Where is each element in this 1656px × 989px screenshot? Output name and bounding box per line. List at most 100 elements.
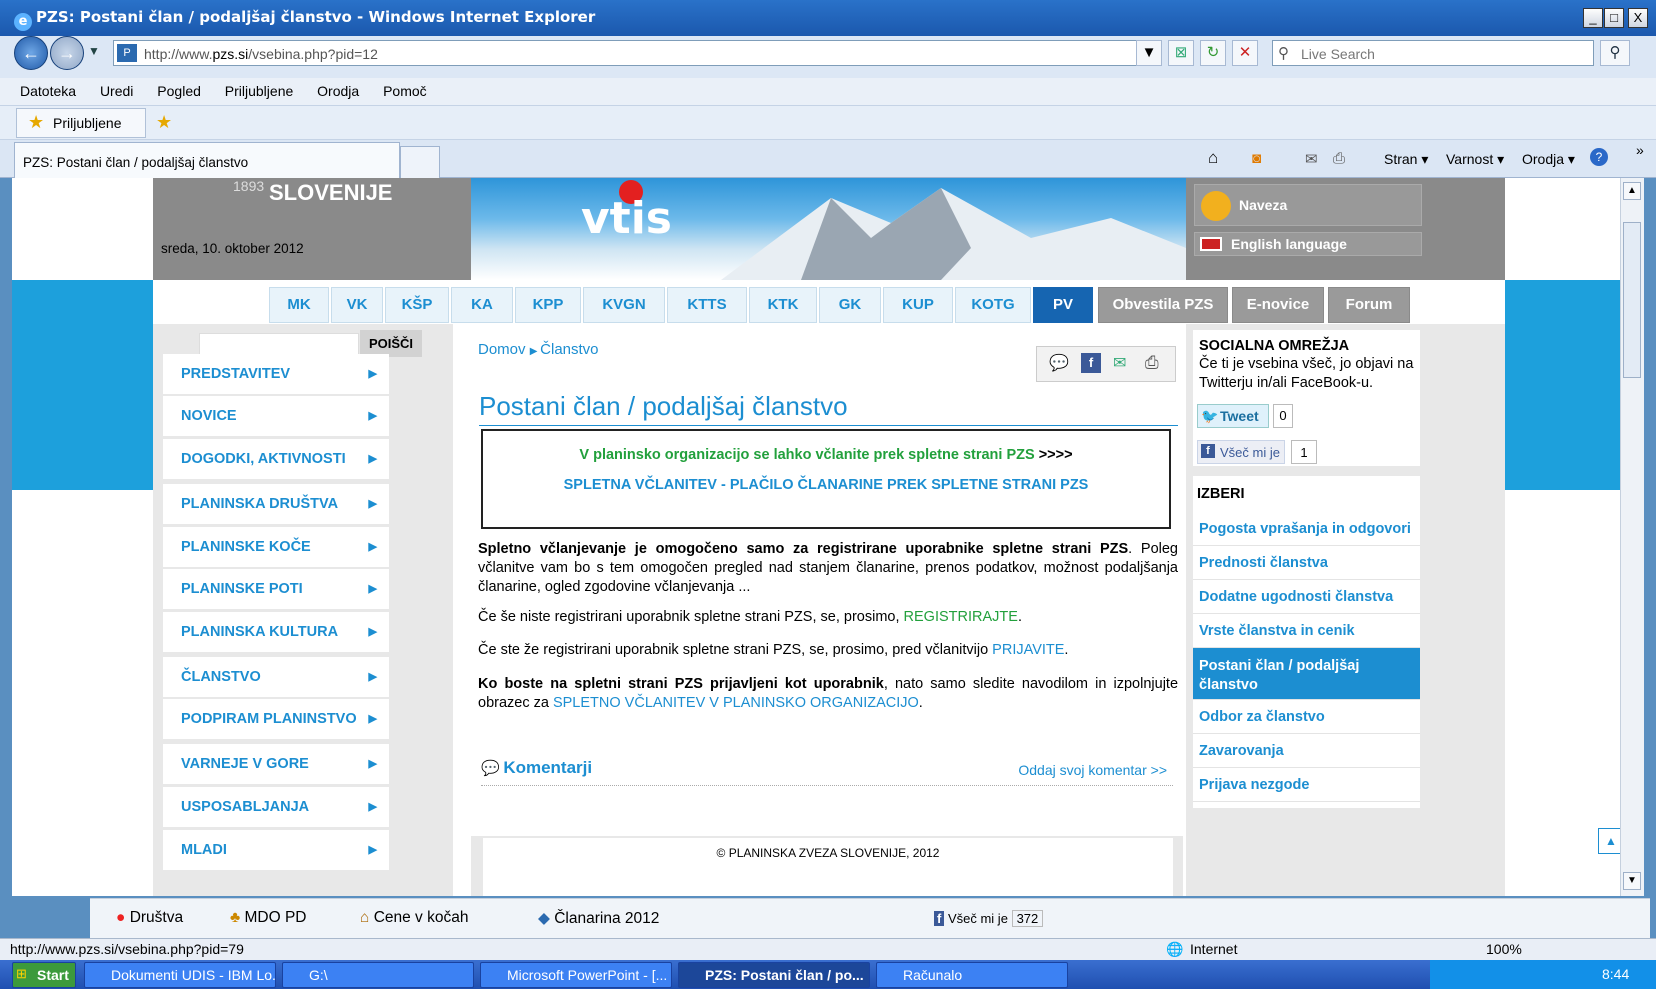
sidebar-item-kultura[interactable]: PLANINSKA KULTURA ▶	[163, 612, 389, 652]
sidebar-item-clanstvo[interactable]: ČLANSTVO ▶	[163, 657, 389, 697]
close-button[interactable]: X	[1628, 8, 1648, 28]
nav-tab-kup[interactable]: KUP	[883, 287, 953, 323]
task-ie[interactable]: PZS: Postani član / po...	[678, 962, 870, 988]
facebook-icon[interactable]: f	[1081, 353, 1101, 373]
izberi-item-zavarovanja[interactable]: Zavarovanja	[1193, 734, 1420, 768]
email-share-icon[interactable]: ✉	[1113, 353, 1126, 373]
membership-form-link[interactable]: SPLETNO VČLANITEV V PLANINSKO ORGANIZACI…	[553, 695, 919, 711]
address-input[interactable]: http://www.pzs.si/vsebina.php?pid=12	[113, 40, 1155, 66]
breadcrumb-current[interactable]: Članstvo	[540, 341, 598, 358]
back-button[interactable]: ←	[14, 36, 48, 70]
nav-tab-obvestila[interactable]: Obvestila PZS	[1098, 287, 1228, 323]
sidebar-item-novice[interactable]: NOVICE ▶	[163, 396, 389, 436]
izberi-item-vrste[interactable]: Vrste članstva in cenik	[1193, 614, 1420, 648]
add-comment-link[interactable]: Oddaj svoj komentar >>	[1018, 762, 1167, 778]
nav-tab-forum[interactable]: Forum	[1328, 287, 1410, 323]
nav-tab-kotg[interactable]: KOTG	[955, 287, 1031, 323]
share-toolbar: 💬 f ✉ ⎙	[1036, 346, 1176, 382]
nav-tab-enovice[interactable]: E-novice	[1232, 287, 1324, 323]
chevron-right-icon: ▶	[368, 626, 377, 638]
compat-view-icon[interactable]: ⊠	[1168, 40, 1194, 66]
task-powerpoint[interactable]: Microsoft PowerPoint - [...	[480, 962, 672, 988]
izberi-item-ugodnosti[interactable]: Dodatne ugodnosti članstva	[1193, 580, 1420, 614]
cene-link[interactable]: ⌂ Cene v kočah	[360, 905, 468, 933]
menu-tools[interactable]: Orodja	[317, 83, 359, 99]
comment-icon[interactable]: 💬	[1049, 353, 1069, 373]
menu-help[interactable]: Pomoč	[383, 83, 427, 99]
izberi-item-nezgode[interactable]: Prijava nezgode	[1193, 768, 1420, 802]
search-go-icon[interactable]: ⚲	[1600, 40, 1630, 66]
drustva-link[interactable]: ● Društva	[116, 905, 183, 933]
tab-current[interactable]: PZS: Postani član / podaljšaj članstvo	[14, 142, 400, 178]
scroll-down-icon[interactable]: ▼	[1623, 872, 1641, 890]
zoom-level[interactable]: 100%	[1486, 941, 1522, 957]
task-drive-g[interactable]: G:\	[282, 962, 474, 988]
new-tab-button[interactable]	[400, 146, 440, 178]
home-icon[interactable]: ⌂	[1208, 148, 1218, 168]
mdo-pd-link[interactable]: ♣ MDO PD	[230, 905, 306, 933]
sidebar-item-usposabljanja[interactable]: USPOSABLJANJA ▶	[163, 787, 389, 827]
nav-tab-ktk[interactable]: KTK	[749, 287, 817, 323]
vertical-scrollbar[interactable]: ▲ ▼	[1620, 178, 1644, 896]
sidebar-item-varneje[interactable]: VARNEJE V GORE ▶	[163, 744, 389, 784]
sidebar-item-poti[interactable]: PLANINSKE POTI ▶	[163, 569, 389, 609]
login-link[interactable]: PRIJAVITE	[992, 642, 1064, 658]
stop-icon[interactable]: ✕	[1232, 40, 1258, 66]
izberi-item-postani-clan[interactable]: Postani član / podaljšaj članstvo	[1193, 648, 1420, 700]
chevron-more-icon[interactable]: »	[1636, 142, 1644, 158]
safety-menu[interactable]: Varnost ▾	[1446, 151, 1504, 168]
forward-button[interactable]: →	[50, 36, 84, 70]
feeds-icon[interactable]: ◙	[1252, 150, 1261, 167]
nav-tab-ka[interactable]: KA	[451, 287, 513, 323]
task-calculator[interactable]: Računalo	[876, 962, 1068, 988]
naveza-link[interactable]: Naveza	[1194, 184, 1422, 226]
refresh-icon[interactable]: ↻	[1200, 40, 1226, 66]
clanarina-link[interactable]: ◆ Članarina 2012	[538, 905, 659, 933]
breadcrumb-home[interactable]: Domov	[478, 341, 526, 358]
nav-tab-pv[interactable]: PV	[1033, 287, 1093, 323]
online-membership-link[interactable]: SPLETNA VČLANITEV - PLAČILO ČLANARINE PR…	[483, 477, 1169, 493]
add-favorite-icon[interactable]: ★	[156, 112, 172, 133]
header-date: sreda, 10. oktober 2012	[161, 241, 304, 256]
nav-tab-ksp[interactable]: KŠP	[385, 287, 449, 323]
print-icon[interactable]: ⎙	[1333, 150, 1345, 167]
page-menu[interactable]: Stran ▾	[1384, 151, 1428, 168]
sidebar-item-mladi[interactable]: MLADI ▶	[163, 830, 389, 870]
minimize-button[interactable]: _	[1583, 8, 1603, 28]
izberi-item-prednosti[interactable]: Prednosti članstva	[1193, 546, 1420, 580]
mail-icon[interactable]: ✉	[1305, 150, 1318, 168]
izberi-item-faq[interactable]: Pogosta vprašanja in odgovori	[1193, 512, 1420, 546]
task-lotus[interactable]: Dokumenti UDIS - IBM Lo...	[84, 962, 276, 988]
live-search-input[interactable]: Live Search	[1272, 40, 1594, 66]
scrollbar-thumb[interactable]	[1623, 222, 1641, 378]
nav-tab-gk[interactable]: GK	[819, 287, 881, 323]
sidebar-item-drustva[interactable]: PLANINSKA DRUŠTVA ▶	[163, 484, 389, 524]
nav-tab-kpp[interactable]: KPP	[515, 287, 581, 323]
scroll-up-icon[interactable]: ▲	[1623, 182, 1641, 200]
maximize-button[interactable]: □	[1604, 8, 1624, 28]
fb-like-toolbar[interactable]: f Všeč mi je 372	[934, 905, 1044, 933]
address-dropdown-icon[interactable]: ▼	[1136, 40, 1162, 66]
sidebar-item-dogodki[interactable]: DOGODKI, AKTIVNOSTI ▶	[163, 439, 389, 479]
menu-favorites[interactable]: Priljubljene	[225, 83, 293, 99]
menu-file[interactable]: Datoteka	[20, 83, 76, 99]
help-icon[interactable]: ?	[1590, 148, 1608, 166]
sidebar-item-predstavitev[interactable]: PREDSTAVITEV ▶	[163, 354, 389, 394]
sidebar-item-podpiram[interactable]: PODPIRAM PLANINSTVO ▶	[163, 699, 389, 739]
nav-tab-vk[interactable]: VK	[331, 287, 383, 323]
register-link[interactable]: REGISTRIRAJTE	[904, 609, 1018, 625]
english-language-link[interactable]: English language	[1194, 232, 1422, 256]
menu-edit[interactable]: Uredi	[100, 83, 133, 99]
tools-menu[interactable]: Orodja ▾	[1522, 151, 1575, 168]
social-title: SOCIALNA OMREŽJA	[1199, 338, 1350, 354]
menu-view[interactable]: Pogled	[157, 83, 201, 99]
nav-tab-ktts[interactable]: KTTS	[667, 287, 747, 323]
sidebar-item-koce[interactable]: PLANINSKE KOČE ▶	[163, 527, 389, 567]
search-button[interactable]: POIŠČI	[360, 330, 422, 357]
print-page-icon[interactable]: ⎙	[1145, 353, 1159, 373]
breadcrumb-separator-icon: ▶	[529, 346, 541, 357]
history-dropdown-icon[interactable]: ▼	[88, 44, 100, 58]
nav-tab-mk[interactable]: MK	[269, 287, 329, 323]
izberi-item-odbor[interactable]: Odbor za članstvo	[1193, 700, 1420, 734]
nav-tab-kvgn[interactable]: KVGN	[583, 287, 665, 323]
